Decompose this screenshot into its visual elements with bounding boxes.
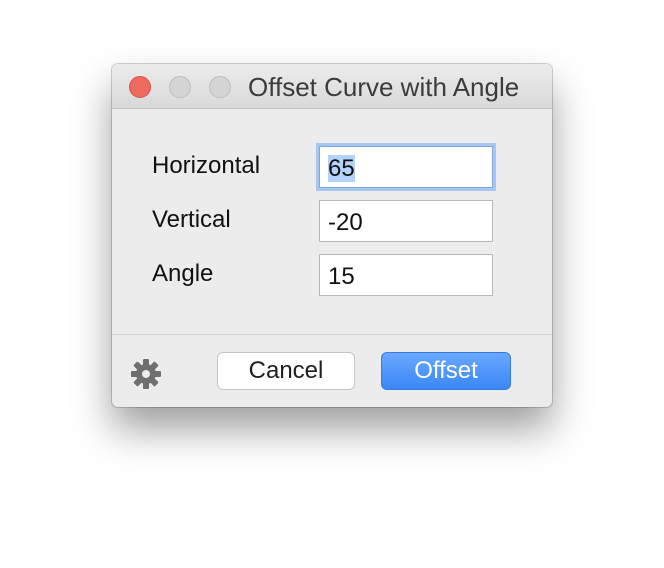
vertical-label: Vertical: [152, 206, 231, 233]
angle-input[interactable]: 15: [319, 254, 493, 296]
zoom-window-button[interactable]: [209, 76, 231, 98]
offset-curve-dialog: Offset Curve with Angle Horizontal 65 Ve…: [112, 64, 552, 407]
horizontal-value: 65: [328, 155, 355, 182]
title-bar[interactable]: Offset Curve with Angle: [112, 64, 552, 109]
angle-label: Angle: [152, 260, 214, 287]
vertical-input[interactable]: -20: [319, 200, 493, 242]
vertical-value: -20: [328, 209, 363, 236]
horizontal-input[interactable]: 65: [319, 146, 493, 188]
offset-button[interactable]: Offset: [381, 352, 511, 390]
minimize-window-button[interactable]: [169, 76, 191, 98]
dialog-title: Offset Curve with Angle: [248, 72, 520, 102]
cancel-button[interactable]: Cancel: [217, 352, 355, 390]
gear-icon[interactable]: [130, 358, 162, 390]
angle-value: 15: [328, 263, 355, 290]
horizontal-label: Horizontal: [152, 152, 261, 179]
close-window-button[interactable]: [129, 76, 151, 98]
footer-divider: [112, 334, 552, 335]
